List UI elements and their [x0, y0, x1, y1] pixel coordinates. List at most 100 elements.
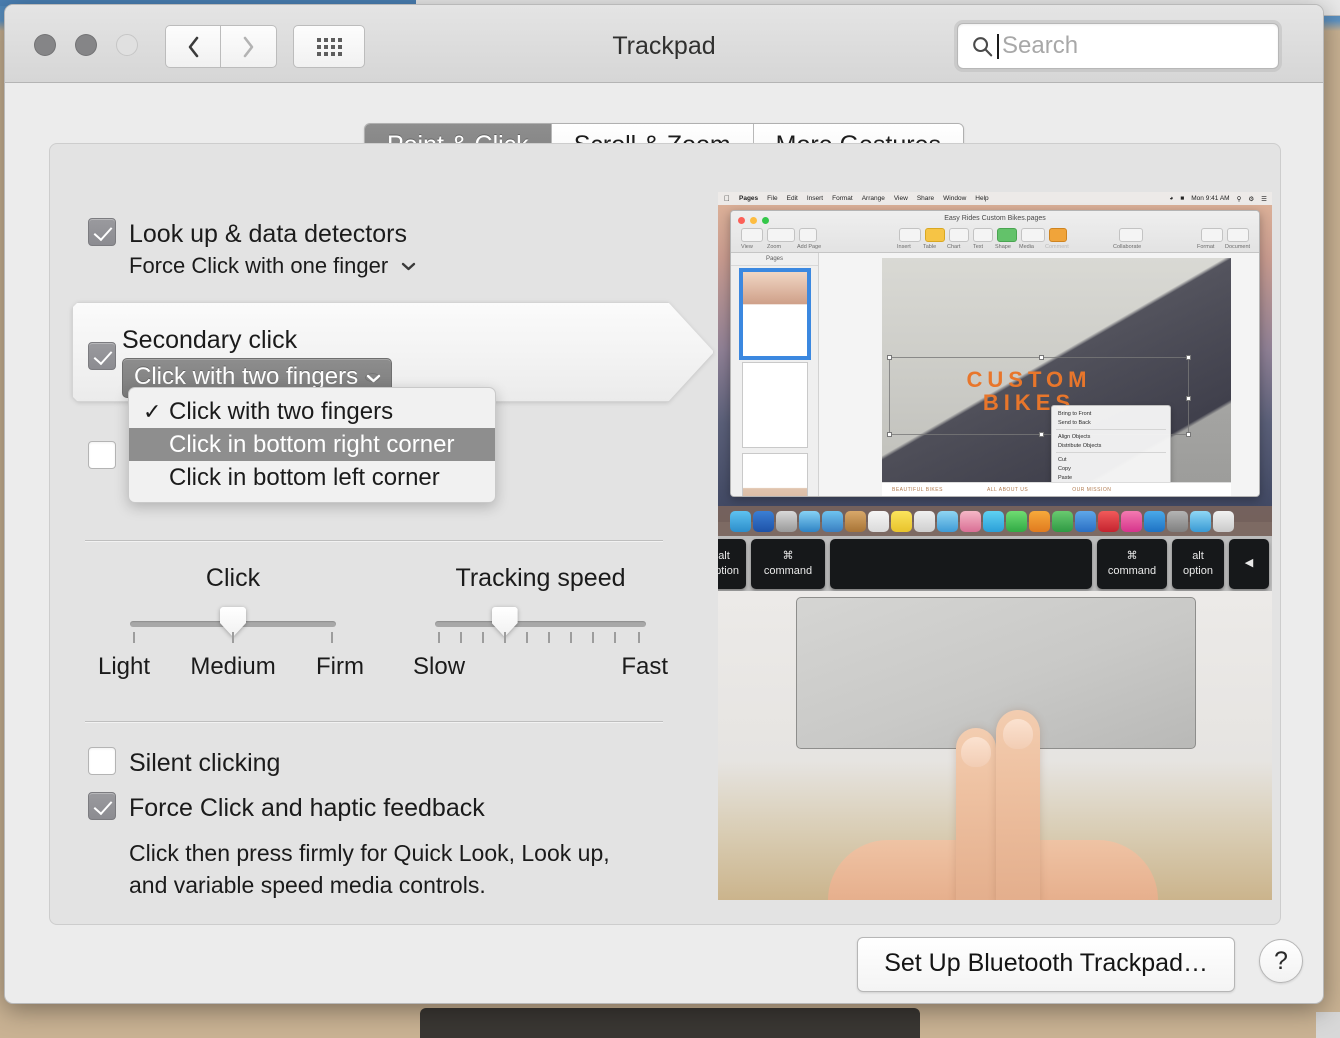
preview-page-thumbnail: [742, 362, 808, 448]
preview-screen-area:  Pages File Edit Insert Format Arrange …: [718, 192, 1272, 522]
force-click-checkbox[interactable]: [88, 792, 116, 820]
click-label-light: Light: [98, 653, 150, 681]
settings-column: Look up & data detectors Force Click wit…: [50, 144, 710, 924]
preview-dock: [718, 506, 1272, 536]
trash-icon: [1213, 511, 1234, 532]
look-up-popup[interactable]: Force Click with one finger: [129, 253, 416, 279]
look-up-checkbox[interactable]: [88, 218, 116, 246]
preview-keyboard-row: altoption ⌘command ⌘command altoption ◀: [718, 536, 1272, 591]
preview-pages-toolbar: Easy Rides Custom Bikes.pages: [731, 211, 1259, 253]
force-click-description-line2: and variable speed media controls.: [129, 870, 610, 902]
option-look-up: Look up & data detectors Force Click wit…: [88, 218, 416, 279]
tracking-label-fast: Fast: [621, 653, 668, 681]
preferences-content-panel: Look up & data detectors Force Click wit…: [49, 143, 1281, 925]
click-slider-title: Click: [130, 564, 336, 593]
click-label-medium: Medium: [190, 653, 275, 681]
menu-item-label: Click in bottom right corner: [169, 431, 454, 459]
preview-page-footer: BEAUTIFUL BIKES ALL ABOUT US OUR MISSION: [882, 482, 1231, 496]
preview-menubar-app: Pages: [739, 195, 758, 202]
reminders-icon: [914, 511, 935, 532]
tracking-speed-labels: Slow Fast: [435, 653, 646, 683]
divider-bottom: [85, 721, 663, 723]
click-slider-ticks: [130, 632, 336, 644]
preview-navigator-header: Pages: [731, 253, 818, 266]
set-up-bluetooth-trackpad-button[interactable]: Set Up Bluetooth Trackpad…: [857, 937, 1235, 992]
chevron-down-icon: [365, 373, 380, 382]
contacts-icon: [845, 511, 866, 532]
click-slider-track[interactable]: [130, 621, 336, 627]
preview-menubar:  Pages File Edit Insert Format Arrange …: [718, 192, 1272, 205]
menu-extras-icon: ☰: [1261, 195, 1267, 203]
maps-icon: [937, 511, 958, 532]
silent-clicking-checkbox[interactable]: [88, 747, 116, 775]
finder-icon: [730, 511, 751, 532]
secondary-click-checkbox[interactable]: [88, 342, 116, 370]
downloads-icon: [1190, 511, 1211, 532]
force-click-body: Force Click and haptic feedback Click th…: [129, 792, 610, 901]
siri-icon: [753, 511, 774, 532]
preview-document-title: Easy Rides Custom Bikes.pages: [731, 215, 1259, 222]
window-titlebar: Trackpad: [5, 5, 1323, 83]
preview-clock: Mon 9:41 AM: [1191, 195, 1229, 202]
notes-icon: [891, 511, 912, 532]
preview-menu-format: Format: [832, 195, 853, 202]
look-up-label: Look up & data detectors: [129, 218, 416, 250]
preview-fingernail: [1003, 719, 1033, 749]
secondary-click-dropdown-menu: ✓ Click with two fingers Click in bottom…: [128, 387, 496, 503]
preview-toolbar-buttons: View Zoom Add Page Insert Table Chart Te…: [731, 228, 1259, 252]
click-slider-group: Click Light Medium Firm: [130, 564, 336, 683]
menu-item-bottom-right[interactable]: Click in bottom right corner: [129, 428, 495, 461]
preview-page-navigator: Pages: [731, 253, 819, 496]
background-right-shade: [1316, 1012, 1340, 1038]
tracking-speed-title: Tracking speed: [435, 564, 646, 593]
tracking-speed-ticks: [435, 632, 646, 644]
option-force-click: Force Click and haptic feedback Click th…: [88, 792, 610, 901]
checkmark-icon: ✓: [143, 399, 169, 425]
help-button[interactable]: ?: [1259, 939, 1303, 983]
keynote-icon: [1075, 511, 1096, 532]
preview-key-arrow-left: ◀: [1229, 539, 1269, 589]
preview-fingernail: [961, 737, 991, 767]
preview-menu-share: Share: [917, 195, 934, 202]
chevron-down-icon: [401, 262, 416, 271]
preview-key-space: [830, 539, 1092, 589]
itunes-icon: [1121, 511, 1142, 532]
tracking-label-slow: Slow: [413, 653, 465, 681]
click-label-firm: Firm: [316, 653, 364, 681]
preview-finger-middle: [996, 710, 1040, 900]
preview-key-command-left: ⌘command: [751, 539, 825, 589]
preview-menu-view: View: [894, 195, 908, 202]
preview-menubar-status: ◕ ■ Mon 9:41 AM ⚲ ⚙ ☰: [1169, 195, 1267, 203]
preview-pages-body: Pages CUSTOM BIKES: [731, 253, 1259, 496]
menu-item-bottom-left[interactable]: Click in bottom left corner: [129, 461, 495, 494]
secondary-click-label: Secondary click: [122, 324, 392, 356]
music-icon: [1098, 511, 1119, 532]
messages-icon: [983, 511, 1004, 532]
pages-icon: [1029, 511, 1050, 532]
preview-menu-file: File: [767, 195, 777, 202]
option-silent-clicking: Silent clicking: [88, 747, 280, 779]
preview-key-option-right: altoption: [1172, 539, 1224, 589]
menu-item-two-fingers[interactable]: ✓ Click with two fingers: [129, 395, 495, 428]
silent-clicking-body: Silent clicking: [129, 747, 280, 779]
search-input[interactable]: [999, 32, 1268, 60]
gesture-preview-video[interactable]:  Pages File Edit Insert Format Arrange …: [718, 192, 1272, 900]
apple-logo-icon: : [724, 194, 730, 203]
app-store-icon: [1144, 511, 1165, 532]
preview-page-thumbnail: [742, 453, 808, 497]
preview-menu-edit: Edit: [787, 195, 798, 202]
tap-to-click-checkbox[interactable]: [88, 441, 116, 469]
mail-icon: [822, 511, 843, 532]
tracking-speed-track[interactable]: [435, 621, 646, 627]
trackpad-preferences-window: Trackpad Point & Click Scroll & Zoom Mor…: [4, 4, 1324, 1004]
click-slider-labels: Light Medium Firm: [130, 653, 336, 683]
preview-page-thumbnail: [742, 271, 808, 357]
window-bottom-bar: Set Up Bluetooth Trackpad… ?: [5, 923, 1323, 1003]
look-up-popup-value: Force Click with one finger: [129, 253, 388, 278]
search-icon: [972, 36, 993, 57]
photos-icon: [960, 511, 981, 532]
search-field[interactable]: [957, 23, 1279, 69]
battery-icon: ■: [1180, 195, 1184, 202]
tracking-speed-slider-group: Tracking speed Slow Fast: [435, 564, 646, 683]
menu-item-label: Click with two fingers: [169, 398, 393, 426]
